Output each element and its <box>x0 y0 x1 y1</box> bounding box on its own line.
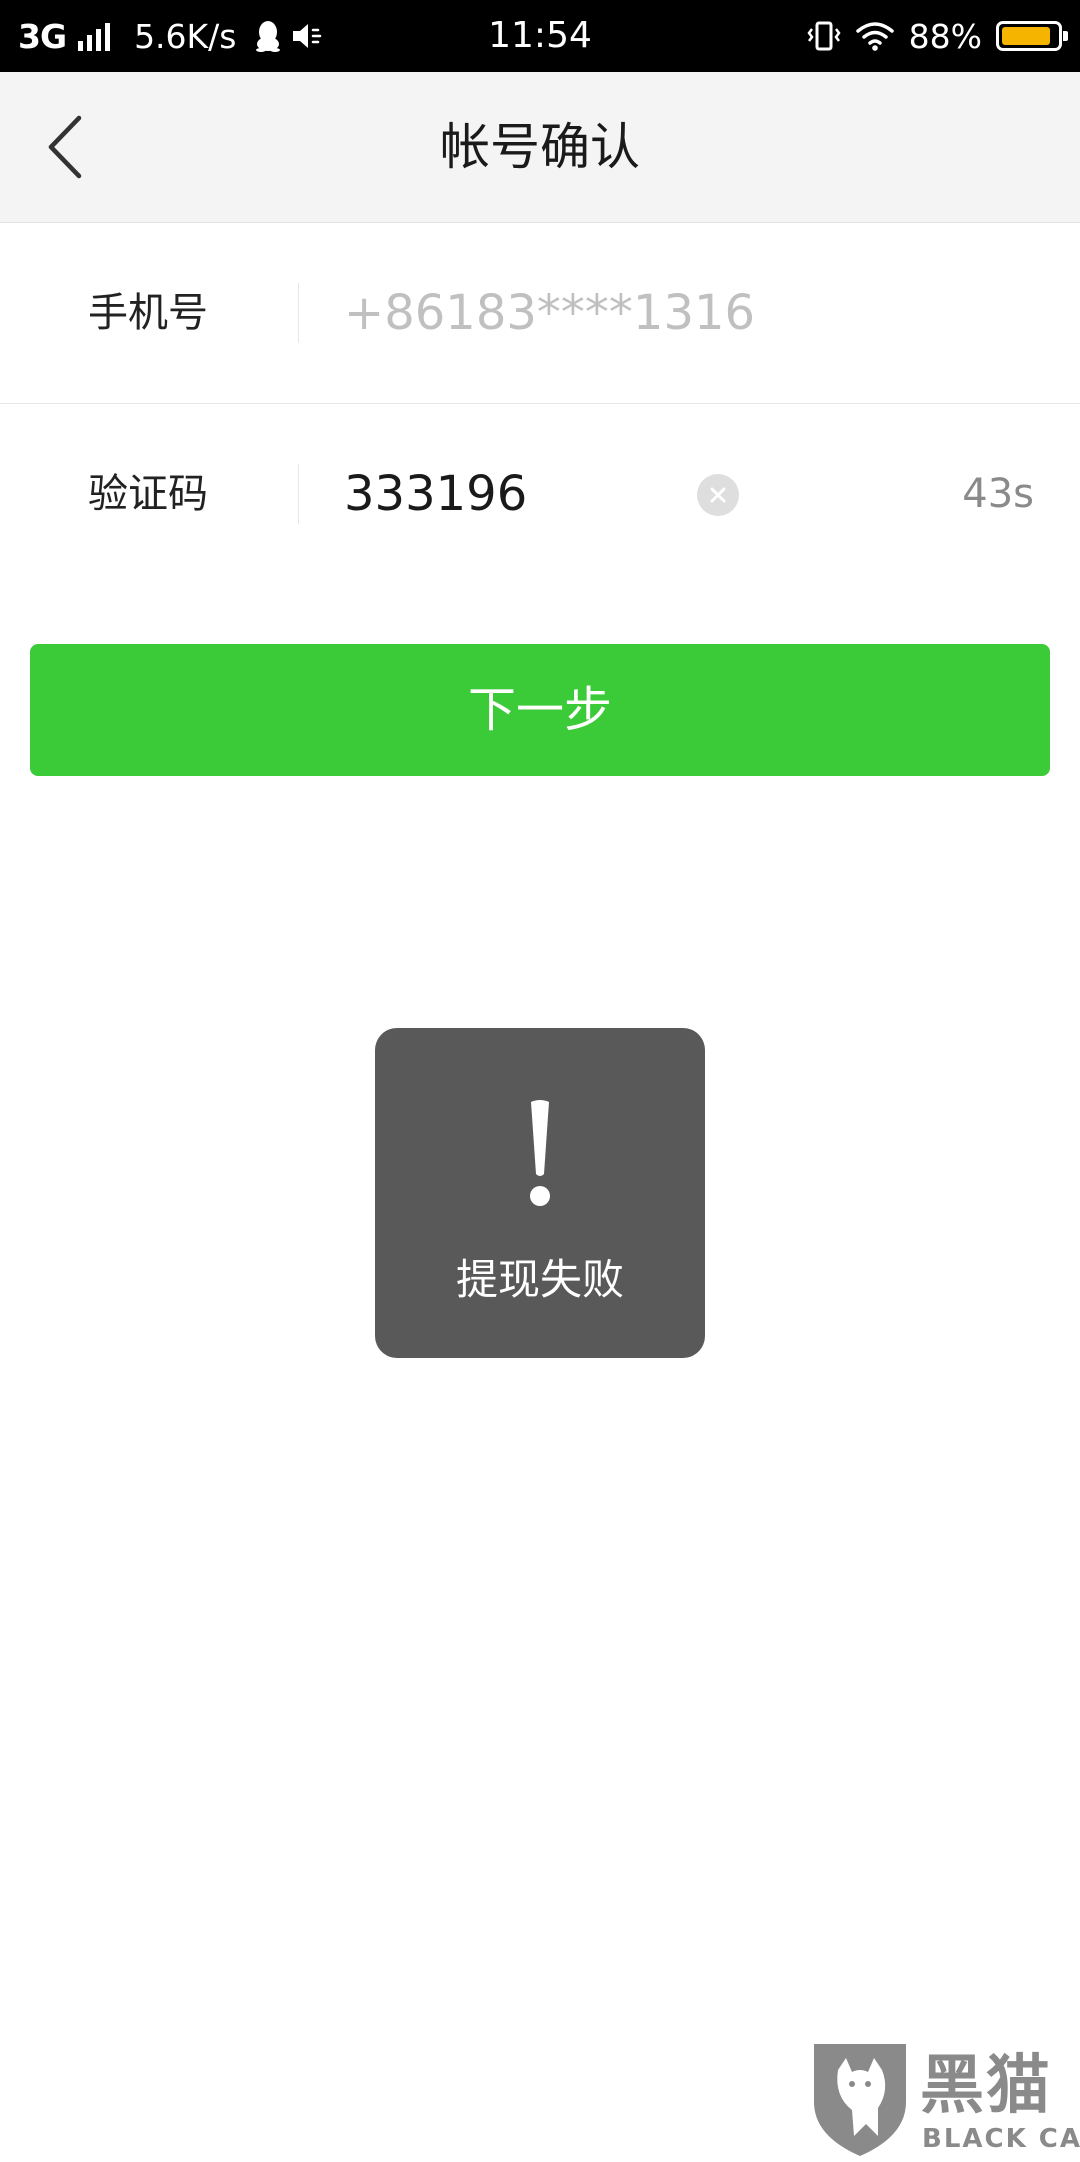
exclamation-icon <box>375 1098 705 1210</box>
status-right: 88% <box>807 0 1068 72</box>
code-label: 验证码 <box>88 471 208 517</box>
divider <box>298 464 299 524</box>
resend-countdown[interactable]: 43s <box>962 404 1034 584</box>
watermark-logo: 黑猫 BLACK CAT <box>808 2040 1080 2160</box>
toast-message: 提现失败 <box>455 1255 624 1304</box>
error-toast: 提现失败 <box>375 1028 705 1358</box>
phone-label: 手机号 <box>88 290 208 336</box>
phone-field: +86183****1316 <box>344 285 756 341</box>
battery-icon <box>996 21 1068 51</box>
wifi-icon <box>855 20 895 52</box>
battery-percent: 88% <box>908 16 982 56</box>
divider <box>298 283 299 343</box>
clear-icon <box>708 485 728 505</box>
clear-button[interactable] <box>697 474 739 516</box>
watermark-cn: 黑猫 <box>920 2049 1052 2123</box>
code-row: 验证码 333196 43s <box>0 404 1080 584</box>
phone-row: 手机号 +86183****1316 <box>0 223 1080 404</box>
code-input[interactable]: 333196 <box>344 404 527 584</box>
next-button[interactable]: 下一步 <box>30 644 1050 776</box>
vibrate-icon <box>807 19 841 53</box>
page-title: 帐号确认 <box>440 118 640 176</box>
cat-shield-icon <box>808 2040 912 2162</box>
watermark-en: BLACK CAT <box>922 2124 1080 2154</box>
nav-bar: 帐号确认 <box>0 72 1080 223</box>
status-bar: 3G 5.6K/s 11:54 88% <box>0 0 1080 72</box>
